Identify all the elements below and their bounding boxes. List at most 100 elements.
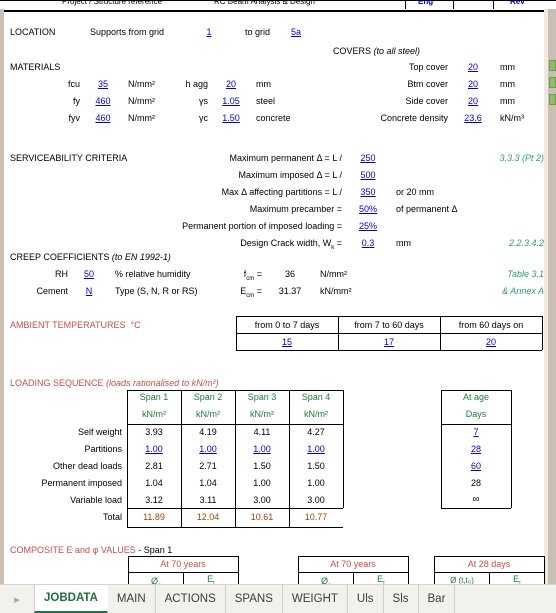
cover-unit-btm: mm [500,79,515,89]
sls-note-partitions: or 20 mm [396,187,435,197]
loading-cell: 1.04 [145,478,163,488]
location-to-input[interactable]: 5a [283,27,309,37]
age-cell[interactable]: 7 [442,427,510,437]
sls-input-crack-width[interactable]: 0.3 [352,238,384,248]
material-input-fyv[interactable]: 460 [88,113,118,123]
loading-unit-span2: kN/m² [196,409,220,419]
creep-unit-ecm: kN/mm² [320,286,352,296]
loading-row-label: Variable load [70,495,122,505]
tab-weight[interactable]: WEIGHT [282,585,348,613]
creep-sym-ecm: Ecm = [240,286,262,299]
loading-cell[interactable]: 1.00 [236,444,288,454]
material-note-concrete: concrete [256,113,291,123]
loading-cell[interactable]: 1.00 [290,444,342,454]
loading-total-cell: 12.04 [196,512,220,522]
loading-cell: 4.27 [307,427,325,437]
sls-unit-crack-width: mm [396,238,411,248]
ambient-col-1: from 7 to 60 days [354,320,424,330]
creep-out-fcm: 36 [284,269,295,279]
ambient-value-0[interactable]: 15 [237,337,337,347]
material-input-fy[interactable]: 460 [88,96,118,106]
age-border-v1 [511,390,512,508]
composite-g1-v2 [238,556,239,584]
comment-marker-icon[interactable] [549,94,556,105]
loading-unit-span3: kN/m² [250,409,274,419]
material-input-gamma-s[interactable]: 1.05 [216,96,246,106]
sheet-tab-bar[interactable]: ▸ JOBDATA MAIN ACTIONS SPANS WEIGHT Uls … [0,584,556,613]
material-input-fcu[interactable]: 35 [88,79,118,89]
loading-col-span3: Span 3 [247,392,277,402]
sls-input-partitions[interactable]: 350 [352,187,384,197]
sls-label-precamber: Maximum precamber = [249,204,342,214]
loading-border-bottom [127,527,343,528]
loading-unit-span4: kN/m² [304,409,328,419]
loading-col-span2: Span 2 [193,392,223,402]
sls-input-precamber[interactable]: 50% [352,204,384,214]
sls-input-imposed[interactable]: 500 [352,170,384,180]
loading-row-label: Partitions [84,444,122,454]
age-header-1: At age [462,392,490,402]
loading-cell[interactable]: 1.00 [182,444,234,454]
creep-title-note: (to EN 1992-1) [111,252,171,262]
age-cell[interactable]: 28 [442,444,510,454]
creep-desc-cement: Type (S, N, R or RS) [115,286,198,296]
material-unit-fy: N/mm² [128,96,155,106]
creep-input-rh[interactable]: 50 [76,269,102,279]
cover-label-btm: Btm cover [407,79,448,89]
tab-scroll-right-icon[interactable]: ▸ [0,585,34,613]
composite-g2-top [298,556,408,557]
cover-input-top[interactable]: 20 [456,62,490,72]
material-note-steel: steel [256,96,276,106]
tab-spans[interactable]: SPANS [225,585,283,613]
composite-g2-header: At 70 years [330,559,376,569]
cover-unit-top: mm [500,62,515,72]
loading-border-v4 [343,390,344,508]
comment-marker-icon[interactable] [549,60,556,71]
tab-actions[interactable]: ACTIONS [155,585,226,613]
tab-uls[interactable]: Uls [347,585,384,613]
material-label-fcu: fcu [67,79,80,89]
ambient-value-2[interactable]: 20 [441,337,541,347]
comment-marker-icon[interactable] [549,77,556,88]
sls-ref-permanent: 3.3.3 (Pt 2) [499,153,544,163]
concrete-density-input[interactable]: 23.6 [456,113,490,123]
left-row-gutter [0,9,4,584]
location-from-input[interactable]: 1 [196,27,222,37]
tab-jobdata[interactable]: JOBDATA [34,585,108,613]
age-cell[interactable]: 60 [442,461,510,471]
age-border-top [441,390,511,391]
sls-input-permanent[interactable]: 250 [352,153,384,163]
sls-label-imposed: Maximum imposed Δ = L / [238,170,342,180]
sls-input-permanent-portion[interactable]: 25% [352,221,384,231]
cover-label-top: Top cover [408,62,448,72]
tab-sls[interactable]: Sls [383,585,419,613]
material-input-gamma-c[interactable]: 1.50 [216,113,246,123]
ambient-value-1[interactable]: 17 [339,337,439,347]
clipped-rev-value: Rev [510,0,525,6]
creep-title: CREEP COEFFICIENTS (to EN 1992-1) [10,252,171,262]
composite-g3-header: At 28 days [467,559,511,569]
tab-main[interactable]: MAIN [107,585,156,613]
clipped-sheet-title: RC Beam Analysis & Design [214,0,315,6]
loading-cell: 3.12 [145,495,163,505]
loading-cell[interactable]: 1.00 [128,444,180,454]
cover-input-btm[interactable]: 20 [456,79,490,89]
ambient-border-bottom [236,350,542,351]
loading-cell: 1.50 [253,461,271,471]
composite-g3-col1: Ø (t,t₀) [450,576,474,584]
material-label-fy: fy [72,96,80,106]
composite-g1-col2: Et [207,574,215,584]
cover-label-side: Side cover [405,96,448,106]
spreadsheet-canvas[interactable]: Project / Structure reference RC Beam An… [0,0,556,584]
composite-g3-top [434,556,544,557]
composite-title-suffix: - Span 1 [138,545,173,555]
composite-g1-header: At 70 years [160,559,206,569]
cover-input-side[interactable]: 20 [456,96,490,106]
creep-input-cement[interactable]: N [76,286,102,296]
tab-bar[interactable]: Bar [418,585,456,613]
material-input-hagg[interactable]: 20 [216,79,246,89]
sls-label-partitions: Max Δ affecting partitions = L / [221,187,342,197]
loading-cell: 3.93 [145,427,163,437]
loading-cell: 1.50 [307,461,325,471]
loading-unit-span1: kN/m² [142,409,166,419]
